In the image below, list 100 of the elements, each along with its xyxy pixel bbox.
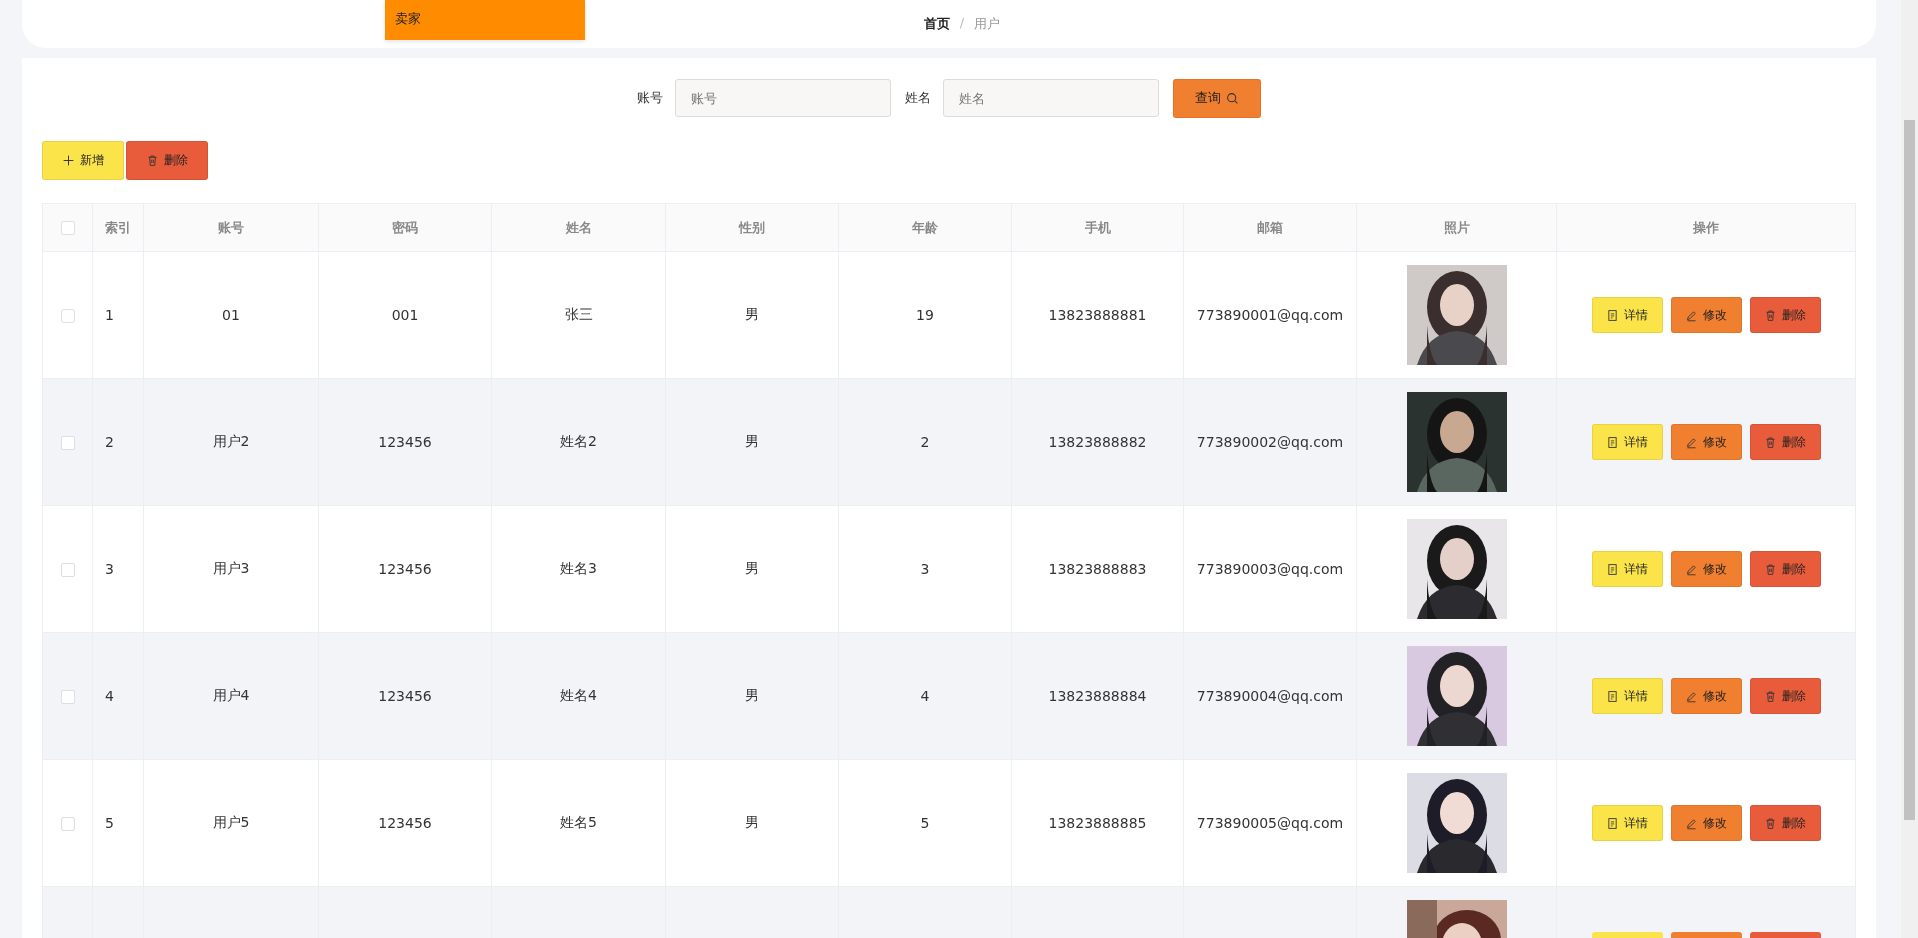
column-header: 性别 [665, 203, 839, 252]
table-cell: 773890001@qq.com [1183, 251, 1357, 379]
row-checkbox[interactable] [60, 817, 75, 831]
detail-button[interactable]: 详情 [1591, 297, 1663, 333]
table-cell: 用户5 [143, 759, 319, 887]
delete-button[interactable]: 删除 [126, 141, 208, 180]
column-header: 邮箱 [1183, 203, 1357, 252]
table-cell: 13823888884 [1011, 632, 1184, 760]
table-cell: 13823888882 [1011, 378, 1184, 506]
search-button[interactable]: 查询 [1173, 78, 1261, 118]
table-cell: 3 [838, 505, 1012, 633]
scrollbar-thumb[interactable] [1904, 120, 1915, 820]
field-label: 姓名 [905, 89, 931, 107]
table-cell: 姓名5 [491, 759, 666, 887]
document-icon [1606, 689, 1619, 703]
table-cell: 姓名3 [491, 505, 666, 633]
table-cell: 13823888883 [1011, 505, 1184, 633]
table-cell: 19 [838, 251, 1012, 379]
table-cell: 123456 [318, 632, 492, 760]
column-header: 账号 [143, 203, 319, 252]
delete-button[interactable]: 删除 [1749, 678, 1821, 714]
select-all-checkbox[interactable] [60, 221, 75, 236]
delete-button[interactable]: 删除 [1749, 805, 1821, 841]
trash-icon [1764, 562, 1777, 576]
table-cell: 用户3 [143, 505, 319, 633]
edit-button[interactable]: 修改 [1670, 805, 1742, 841]
scrollbar[interactable] [1901, 0, 1918, 938]
table-cell: 123456 [318, 378, 492, 506]
row-checkbox[interactable] [60, 436, 75, 450]
table-cell: 男 [665, 505, 839, 633]
table-cell: 姓名4 [491, 632, 666, 760]
edit-button[interactable]: 修改 [1670, 551, 1742, 587]
table-cell: 用户2 [143, 378, 319, 506]
table-cell: 2 [838, 378, 1012, 506]
edit-button[interactable]: 修改 [1670, 297, 1742, 333]
pencil-icon [1685, 562, 1698, 576]
column-header: 索引 [92, 203, 144, 252]
table-cell: 用户4 [143, 632, 319, 760]
column-header: 密码 [318, 203, 492, 252]
edit-button[interactable]: 修改 [1670, 678, 1742, 714]
table-cell: 张三 [491, 251, 666, 379]
table-cell: 姓名2 [491, 378, 666, 506]
trash-icon [1764, 816, 1777, 830]
row-checkbox[interactable] [60, 563, 75, 577]
table-cell: 3 [92, 505, 144, 633]
detail-button[interactable]: 详情 [1591, 678, 1663, 714]
table-cell: 男 [665, 632, 839, 760]
add-button[interactable]: 新增 [42, 141, 124, 180]
delete-button[interactable]: 删除 [1749, 424, 1821, 460]
table-cell: 男 [665, 759, 839, 887]
column-header: 手机 [1011, 203, 1184, 252]
search-field[interactable]: 账号 [675, 79, 891, 117]
table-cell: 01 [143, 251, 319, 379]
table-cell: 13823888881 [1011, 251, 1184, 379]
detail-button[interactable]: 详情 [1591, 551, 1663, 587]
table-cell: 123456 [318, 505, 492, 633]
pencil-icon [1685, 816, 1698, 830]
search-field[interactable]: 姓名 [943, 79, 1159, 117]
document-icon [1606, 562, 1619, 576]
document-icon [1606, 816, 1619, 830]
column-header: 姓名 [491, 203, 666, 252]
table-cell: 4 [92, 632, 144, 760]
pencil-icon [1685, 435, 1698, 449]
role-menu[interactable]: 卖家 [385, 0, 585, 40]
table-cell: 5 [838, 759, 1012, 887]
table-cell: 123456 [318, 759, 492, 887]
column-header: 操作 [1556, 203, 1856, 252]
table-cell: 4 [838, 632, 1012, 760]
pencil-icon [1685, 308, 1698, 322]
document-icon [1606, 435, 1619, 449]
table-cell: 5 [92, 759, 144, 887]
delete-button[interactable]: 删除 [1749, 297, 1821, 333]
row-checkbox[interactable] [60, 309, 75, 323]
breadcrumb-separator: / [959, 15, 965, 32]
table-cell: 773890004@qq.com [1183, 632, 1357, 760]
detail-button[interactable]: 详情 [1591, 805, 1663, 841]
table-cell: 1 [92, 251, 144, 379]
trash-icon [1764, 308, 1777, 322]
pencil-icon [1685, 689, 1698, 703]
table-cell: 13823888885 [1011, 759, 1184, 887]
table-cell: 男 [665, 378, 839, 506]
trash-icon [146, 154, 159, 167]
detail-button[interactable]: 详情 [1591, 424, 1663, 460]
table-cell: 773890002@qq.com [1183, 378, 1357, 506]
breadcrumb-link[interactable]: 首页 [923, 15, 950, 33]
document-icon [1606, 308, 1619, 322]
search-icon [1226, 91, 1239, 105]
trash-icon [1764, 435, 1777, 449]
row-checkbox[interactable] [60, 690, 75, 704]
table-cell: 001 [318, 251, 492, 379]
table-cell: 2 [92, 378, 144, 506]
trash-icon [1764, 689, 1777, 703]
edit-button[interactable]: 修改 [1670, 424, 1742, 460]
column-header: 照片 [1356, 203, 1557, 252]
table-cell: 男 [665, 251, 839, 379]
table-cell: 773890005@qq.com [1183, 759, 1357, 887]
column-header: 年龄 [838, 203, 1012, 252]
field-label: 账号 [637, 89, 663, 107]
plus-icon [62, 154, 75, 167]
delete-button[interactable]: 删除 [1749, 551, 1821, 587]
